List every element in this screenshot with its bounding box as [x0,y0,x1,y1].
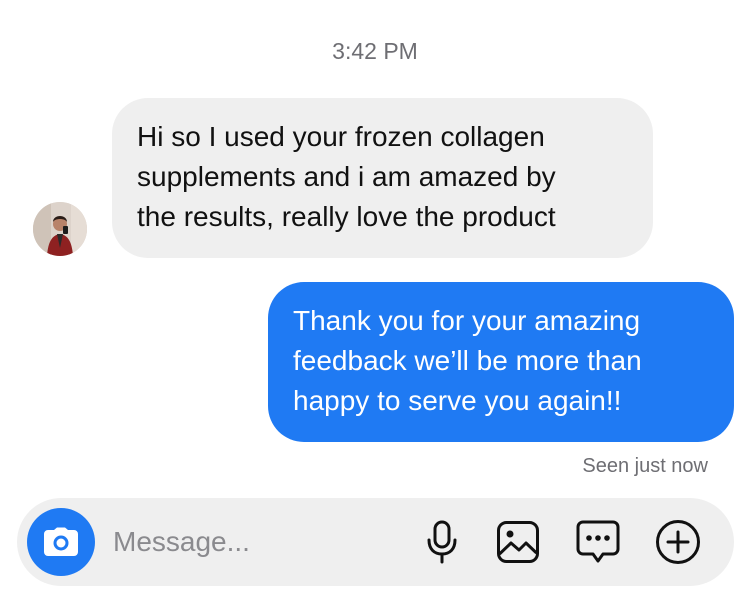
sticker-icon [576,520,620,563]
sender-avatar[interactable] [33,202,87,256]
message-text-line: Hi so I used your frozen collagen [137,121,545,152]
microphone-icon [427,520,457,564]
plus-icon [656,520,700,564]
avatar-photo-icon [33,202,87,256]
camera-button[interactable] [27,508,95,576]
incoming-message-bubble[interactable]: Hi so I used your frozen collagen supple… [112,98,653,258]
message-composer [17,498,734,586]
message-text-line: the results, really love the product [137,201,556,232]
gallery-icon [497,521,539,563]
message-timestamp: 3:42 PM [332,38,418,64]
sticker-button[interactable] [574,518,622,566]
gallery-button[interactable] [494,518,542,566]
message-text-line: happy to serve you again!! [293,385,622,416]
more-options-button[interactable] [654,518,702,566]
message-text-line: supplements and i am amazed by [137,161,556,192]
message-text-line: feedback we’ll be more than [293,345,642,376]
outgoing-message-bubble[interactable]: Thank you for your amazing feedback we’l… [268,282,734,442]
message-input[interactable] [113,520,393,564]
message-text-line: Thank you for your amazing [293,305,641,336]
voice-message-button[interactable] [418,518,466,566]
seen-status: Seen just now [582,455,708,477]
camera-icon [44,527,78,556]
